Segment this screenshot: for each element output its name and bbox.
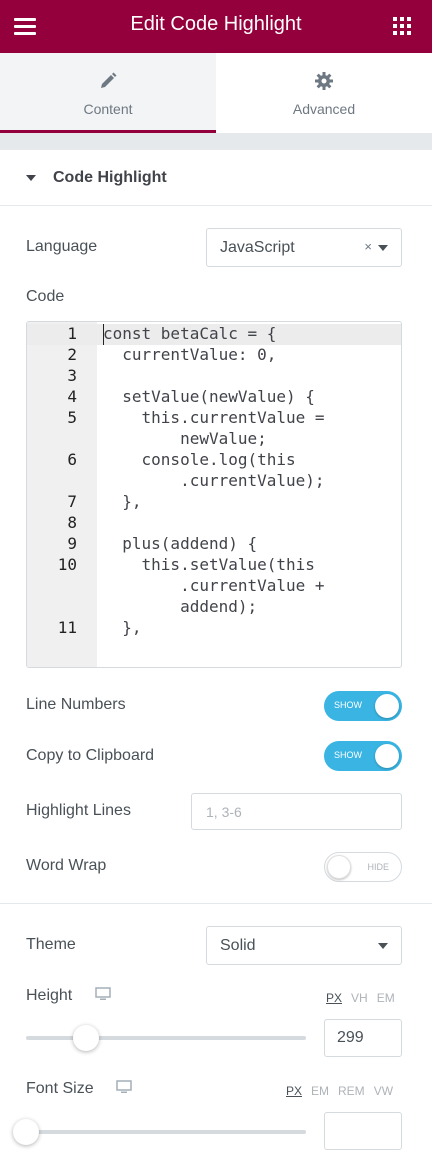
line-numbers-toggle[interactable]: SHOW: [324, 691, 402, 721]
theme-value: Solid: [220, 936, 256, 954]
height-label: Height: [26, 987, 73, 1004]
line-number: 11: [57, 618, 77, 637]
code-line: .currentValue +: [27, 576, 401, 597]
line-number: 3: [67, 366, 77, 385]
section-title: Code Highlight: [53, 168, 167, 186]
monitor-icon[interactable]: [116, 1080, 132, 1094]
toggle-knob: [375, 694, 399, 718]
code-text: console.log(this: [103, 450, 296, 469]
code-text: newValue;: [103, 429, 267, 448]
panel-tabs: Content Advanced: [0, 53, 432, 133]
code-line: 11 },: [27, 618, 401, 639]
code-line: 9 plus(addend) {: [27, 534, 401, 555]
code-line: 2 currentValue: 0,: [27, 345, 401, 366]
pencil-icon: [101, 72, 117, 88]
tab-advanced-label: Advanced: [292, 101, 356, 117]
height-slider-handle[interactable]: [72, 1025, 99, 1051]
font-size-label: Font Size: [26, 1080, 94, 1097]
toggle-state-label: SHOW: [334, 700, 362, 710]
code-line: 4 setValue(newValue) {: [27, 387, 401, 408]
unit-vw[interactable]: VW: [374, 1084, 393, 1098]
toggle-state-label: HIDE: [367, 862, 389, 872]
code-text: plus(addend) {: [103, 534, 258, 553]
section-toggle[interactable]: Code Highlight: [0, 150, 432, 206]
code-text: .currentValue +: [103, 576, 325, 595]
line-number: 7: [67, 492, 77, 511]
toggle-knob: [375, 744, 399, 768]
code-line: 7 },: [27, 492, 401, 513]
unit-rem[interactable]: REM: [338, 1084, 365, 1098]
theme-select[interactable]: Solid: [206, 926, 402, 965]
theme-label: Theme: [26, 936, 76, 953]
highlight-lines-label: Highlight Lines: [26, 802, 131, 819]
line-number: 5: [67, 408, 77, 427]
word-wrap-label: Word Wrap: [26, 857, 107, 874]
tab-content-label: Content: [83, 101, 133, 117]
code-label: Code: [26, 288, 65, 305]
height-input[interactable]: [324, 1019, 402, 1057]
code-text: this.setValue(this: [103, 555, 315, 574]
code-line: 8: [27, 513, 401, 534]
highlight-lines-input[interactable]: [191, 793, 402, 830]
unit-em[interactable]: EM: [377, 991, 395, 1005]
line-number: 6: [67, 450, 77, 469]
code-text: },: [103, 618, 142, 637]
code-text: currentValue: 0,: [103, 345, 277, 364]
copy-clipboard-label: Copy to Clipboard: [26, 747, 155, 764]
line-numbers-label: Line Numbers: [26, 696, 126, 713]
code-text: this.currentValue =: [103, 408, 325, 427]
line-number: 1: [67, 324, 77, 343]
panel-title: Edit Code Highlight: [130, 13, 302, 35]
code-line: 10 this.setValue(this: [27, 555, 401, 576]
tab-advanced[interactable]: Advanced: [216, 53, 432, 133]
tabs-divider: [0, 133, 432, 150]
tab-content[interactable]: Content: [0, 53, 216, 133]
unit-vh[interactable]: VH: [351, 991, 368, 1005]
code-text: addend);: [103, 597, 258, 616]
text-cursor: [103, 324, 104, 345]
caret-down-icon: [26, 174, 36, 181]
grid-icon[interactable]: [393, 17, 411, 35]
clear-icon[interactable]: ×: [364, 239, 372, 254]
word-wrap-toggle[interactable]: HIDE: [324, 852, 402, 882]
code-line: 6 console.log(this: [27, 450, 401, 471]
copy-clipboard-toggle[interactable]: SHOW: [324, 741, 402, 771]
line-number: 4: [67, 387, 77, 406]
chevron-down-icon: [378, 943, 388, 949]
code-text: const betaCalc = {: [103, 324, 277, 343]
code-line: 5 this.currentValue =: [27, 408, 401, 429]
code-line: .currentValue);: [27, 471, 401, 492]
code-line: newValue;: [27, 429, 401, 450]
line-number: 2: [67, 345, 77, 364]
unit-px[interactable]: PX: [326, 991, 342, 1005]
line-number: 9: [67, 534, 77, 553]
height-units: PX VH EM: [326, 991, 395, 1005]
unit-px[interactable]: PX: [286, 1084, 302, 1098]
code-editor[interactable]: 1 const betaCalc = {2 currentValue: 0, 3 4 …: [26, 321, 402, 668]
language-select[interactable]: JavaScript ×: [206, 228, 402, 267]
language-value: JavaScript: [220, 238, 295, 256]
toggle-state-label: SHOW: [334, 750, 362, 760]
code-line: 1 const betaCalc = {: [27, 324, 401, 345]
code-line: addend);: [27, 597, 401, 618]
code-text: },: [103, 492, 142, 511]
toggle-knob: [327, 855, 351, 879]
unit-em[interactable]: EM: [311, 1084, 329, 1098]
font-size-input[interactable]: [324, 1112, 402, 1150]
editor-header: Edit Code Highlight: [0, 0, 432, 53]
code-text: .currentValue);: [103, 471, 325, 490]
code-line: 3: [27, 366, 401, 387]
line-number: 10: [57, 555, 77, 574]
gear-icon: [315, 72, 333, 90]
font-size-units: PX EM REM VW: [286, 1084, 393, 1098]
font-size-slider-handle[interactable]: [13, 1119, 39, 1145]
line-number: 8: [67, 513, 77, 532]
chevron-down-icon: [378, 245, 388, 251]
language-label: Language: [26, 238, 98, 255]
monitor-icon[interactable]: [95, 987, 111, 1001]
font-size-slider-track[interactable]: [26, 1130, 306, 1134]
section-divider: [0, 903, 432, 904]
code-text: setValue(newValue) {: [103, 387, 315, 406]
height-slider-track[interactable]: [26, 1036, 306, 1040]
